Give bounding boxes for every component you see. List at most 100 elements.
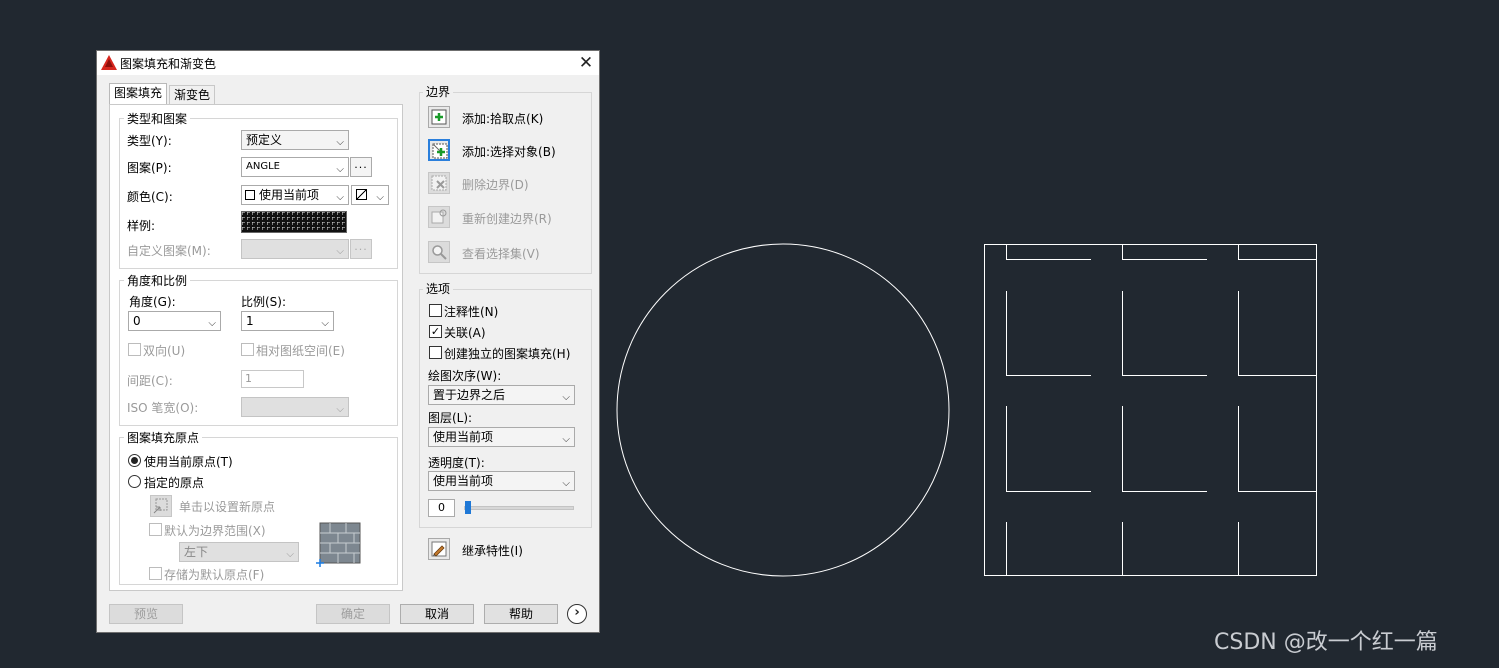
color-select[interactable]: 使用当前项 ⌵: [241, 185, 349, 205]
spacing-input[interactable]: 1: [241, 370, 304, 388]
hatch-dialog: 图案填充和渐变色 ✕ 图案填充 渐变色 类型和图案 类型(Y): 预定义 ⌵ 图案…: [96, 50, 600, 633]
pick-point-icon: [431, 109, 447, 125]
specified-origin-radio[interactable]: [128, 475, 141, 488]
remove-boundaries-button[interactable]: [428, 172, 450, 194]
background-color-select[interactable]: ⌵: [351, 185, 389, 205]
tab-gradient[interactable]: 渐变色: [169, 85, 215, 105]
angle-select[interactable]: 0 ⌵: [128, 311, 221, 331]
annotative-label: 注释性(N): [444, 305, 499, 319]
chevron-down-icon: ⌵: [321, 318, 329, 329]
origin-preview-icon: [316, 522, 361, 567]
type-pattern-group-title: 类型和图案: [124, 110, 191, 127]
custom-pattern-select[interactable]: ⌵: [241, 239, 349, 259]
add-pick-points-label: 添加:拾取点(K): [462, 112, 544, 126]
use-current-origin-radio[interactable]: [128, 454, 141, 467]
inherit-properties-label: 继承特性(I): [462, 544, 523, 558]
autocad-logo-icon: [101, 55, 117, 70]
pattern-select[interactable]: ANGLE ⌵: [241, 157, 349, 177]
custom-pattern-browse-button[interactable]: ...: [350, 239, 372, 259]
angle-pattern-preview: [242, 212, 346, 232]
use-current-origin-label: 使用当前原点(T): [144, 455, 233, 469]
pattern-browse-button[interactable]: ...: [350, 157, 372, 177]
store-default-origin-checkbox[interactable]: [149, 567, 162, 580]
default-extents-checkbox[interactable]: [149, 523, 162, 536]
pattern-sample-swatch[interactable]: [241, 211, 347, 233]
chevron-down-icon: ⌵: [286, 549, 294, 560]
angle-label: 角度(G):: [129, 295, 176, 309]
chevron-down-icon: ⌵: [336, 137, 344, 148]
chevron-down-icon: ⌵: [336, 246, 344, 257]
double-label: 双向(U): [143, 344, 186, 358]
drawn-grid-figure: [984, 244, 1317, 576]
transparency-select[interactable]: 使用当前项 ⌵: [428, 471, 575, 491]
angle-scale-group-title: 角度和比例: [124, 272, 191, 289]
pattern-label: 图案(P):: [127, 161, 172, 175]
drawn-circle: [616, 243, 950, 577]
extents-position-select[interactable]: 左下 ⌵: [179, 542, 299, 562]
recreate-boundary-icon: [431, 209, 447, 224]
double-checkbox[interactable]: [128, 343, 141, 356]
iso-pen-width-select[interactable]: ⌵: [241, 397, 349, 417]
set-origin-button[interactable]: [150, 495, 172, 517]
scale-select[interactable]: 1 ⌵: [241, 311, 334, 331]
type-select[interactable]: 预定义 ⌵: [241, 130, 349, 150]
chevron-down-icon: ⌵: [336, 404, 344, 415]
associative-checkbox[interactable]: ✓: [429, 325, 442, 338]
transparency-label: 透明度(T):: [428, 456, 485, 470]
color-swatch: [245, 190, 255, 200]
add-select-objects-label: 添加:选择对象(B): [462, 145, 556, 159]
chevron-down-icon: ⌵: [336, 192, 344, 203]
help-button[interactable]: 帮助: [484, 604, 558, 624]
dialog-title: 图案填充和渐变色: [120, 57, 217, 71]
sample-label: 样例:: [127, 219, 156, 233]
set-origin-icon: [153, 498, 168, 514]
chevron-down-icon: ⌵: [562, 434, 570, 445]
remove-boundaries-label: 删除边界(D): [462, 178, 529, 192]
title-bar[interactable]: 图案填充和渐变色 ✕: [97, 51, 599, 75]
add-select-objects-button[interactable]: [428, 139, 450, 161]
view-selections-button[interactable]: [428, 241, 450, 263]
layer-select[interactable]: 使用当前项 ⌵: [428, 427, 575, 447]
inherit-properties-icon: [431, 541, 447, 557]
view-selections-label: 查看选择集(V): [462, 247, 540, 261]
options-group-title: 选项: [423, 280, 454, 297]
color-label: 颜色(C):: [127, 190, 173, 204]
independent-hatches-label: 创建独立的图案填充(H): [444, 347, 571, 361]
recreate-boundary-label: 重新创建边界(R): [462, 212, 552, 226]
tab-hatch[interactable]: 图案填充: [109, 83, 167, 105]
spacing-label: 间距(C):: [127, 374, 173, 388]
transparency-slider-track[interactable]: [464, 506, 574, 510]
default-extents-label: 默认为边界范围(X): [164, 524, 266, 538]
transparency-slider-thumb[interactable]: [465, 501, 471, 514]
ok-button[interactable]: 确定: [316, 604, 390, 624]
chevron-down-icon: ⌵: [562, 478, 570, 489]
watermark: CSDN @改一个红一篇: [1214, 630, 1438, 655]
draw-order-select[interactable]: 置于边界之后 ⌵: [428, 385, 575, 405]
independent-hatches-checkbox[interactable]: [429, 346, 442, 359]
click-set-origin-label: 单击以设置新原点: [179, 500, 276, 514]
more-options-arrow-icon[interactable]: ›: [567, 604, 587, 624]
store-default-origin-label: 存储为默认原点(F): [164, 568, 265, 582]
chevron-down-icon: ⌵: [208, 318, 216, 329]
associative-label: 关联(A): [444, 326, 486, 340]
draw-order-label: 绘图次序(W):: [428, 369, 502, 383]
layer-label: 图层(L):: [428, 411, 473, 425]
hatch-origin-group-title: 图案填充原点: [124, 429, 203, 446]
inherit-properties-button[interactable]: [428, 538, 450, 560]
recreate-boundary-button[interactable]: [428, 206, 450, 228]
cancel-button[interactable]: 取消: [400, 604, 474, 624]
select-objects-icon: [432, 143, 448, 159]
close-icon[interactable]: ✕: [575, 53, 597, 73]
specified-origin-label: 指定的原点: [144, 476, 205, 490]
relative-paper-space-checkbox[interactable]: [241, 343, 254, 356]
transparency-value-input[interactable]: 0: [428, 499, 455, 517]
preview-button[interactable]: 预览: [109, 604, 183, 624]
annotative-checkbox[interactable]: [429, 304, 442, 317]
scale-label: 比例(S):: [241, 295, 287, 309]
no-fill-swatch-icon: [356, 189, 367, 200]
relative-paper-space-label: 相对图纸空间(E): [256, 344, 345, 358]
add-pick-points-button[interactable]: [428, 106, 450, 128]
boundaries-group-title: 边界: [423, 83, 454, 100]
chevron-down-icon: ⌵: [562, 392, 570, 403]
remove-boundary-icon: [431, 175, 447, 191]
